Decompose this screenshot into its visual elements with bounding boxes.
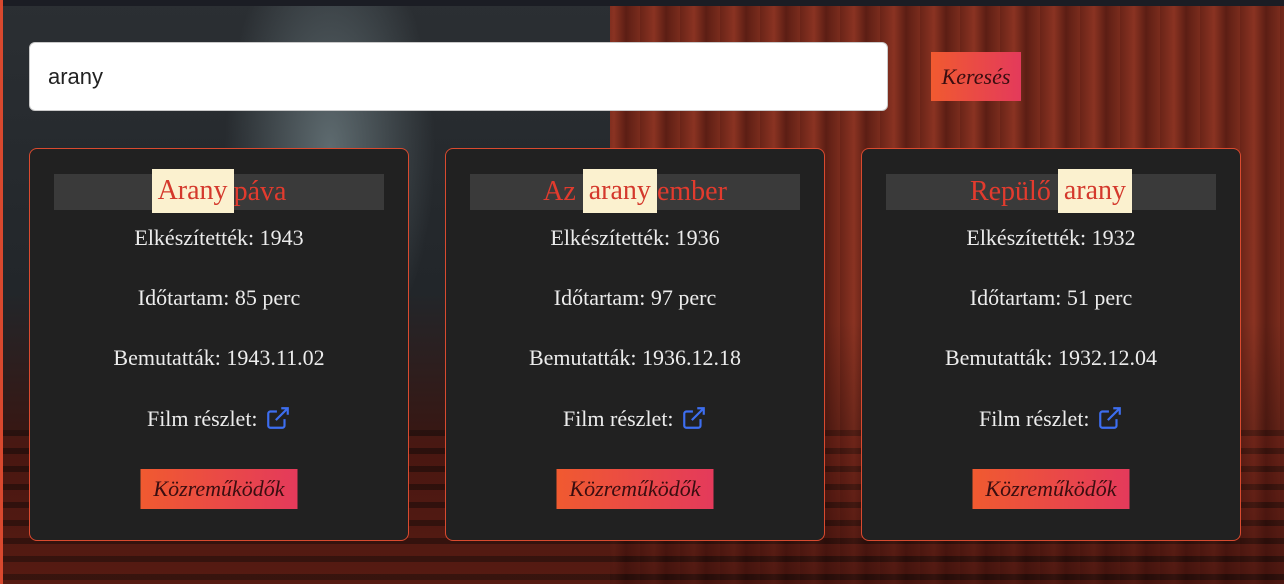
film-duration: Időtartam: 51 perc xyxy=(969,285,1133,310)
film-premiere: Bemutatták: 1943.11.02 xyxy=(113,345,325,370)
title-text: páva xyxy=(233,176,287,207)
film-card: Arany páva Elkészítették: 1943 Időtartam:… xyxy=(29,148,409,541)
film-card: Repülő arany Elkészítették: 1932 Időtart… xyxy=(861,148,1241,541)
film-made-year: Elkészítették: 1936 xyxy=(550,225,720,250)
film-title: Repülő arany xyxy=(886,169,1216,213)
title-highlight: arany xyxy=(582,169,657,213)
film-detail-label: Film részlet: xyxy=(978,406,1090,432)
title-text: ember xyxy=(656,176,727,207)
title-text: Az xyxy=(543,176,576,207)
title-text: Repülő xyxy=(969,176,1051,207)
film-detail-label: Film részlet: xyxy=(562,406,674,432)
film-detail-label: Film részlet: xyxy=(146,406,258,432)
search-button[interactable]: Keresés xyxy=(931,52,1021,101)
film-premiere: Bemutatták: 1932.12.04 xyxy=(944,345,1158,370)
film-duration: Időtartam: 85 perc xyxy=(137,285,301,310)
external-link-icon[interactable] xyxy=(681,405,707,437)
left-accent-line xyxy=(0,0,3,584)
film-detail-row: Film részlet: xyxy=(30,405,408,437)
title-highlight: arany xyxy=(1057,169,1133,213)
film-made-year: Elkészítették: 1932 xyxy=(966,225,1136,250)
film-made-year: Elkészítették: 1943 xyxy=(134,225,304,250)
external-link-icon[interactable] xyxy=(265,405,291,437)
top-bar xyxy=(0,0,1284,6)
search-input[interactable]: arany xyxy=(29,42,888,111)
external-link-icon[interactable] xyxy=(1097,405,1123,437)
contributors-button[interactable]: Közreműködők xyxy=(140,469,298,509)
contributors-button[interactable]: Közreműködők xyxy=(556,469,714,509)
film-card: Az arany ember Elkészítették: 1936 Időtar… xyxy=(445,148,825,541)
film-duration: Időtartam: 97 perc xyxy=(553,285,717,310)
film-title: Arany páva xyxy=(54,169,384,213)
film-premiere: Bemutatták: 1936.12.18 xyxy=(528,345,742,370)
title-highlight: Arany xyxy=(151,169,234,213)
contributors-button[interactable]: Közreműködők xyxy=(972,469,1130,509)
film-detail-row: Film részlet: xyxy=(862,405,1240,437)
film-detail-row: Film részlet: xyxy=(446,405,824,437)
film-title: Az arany ember xyxy=(470,169,800,213)
